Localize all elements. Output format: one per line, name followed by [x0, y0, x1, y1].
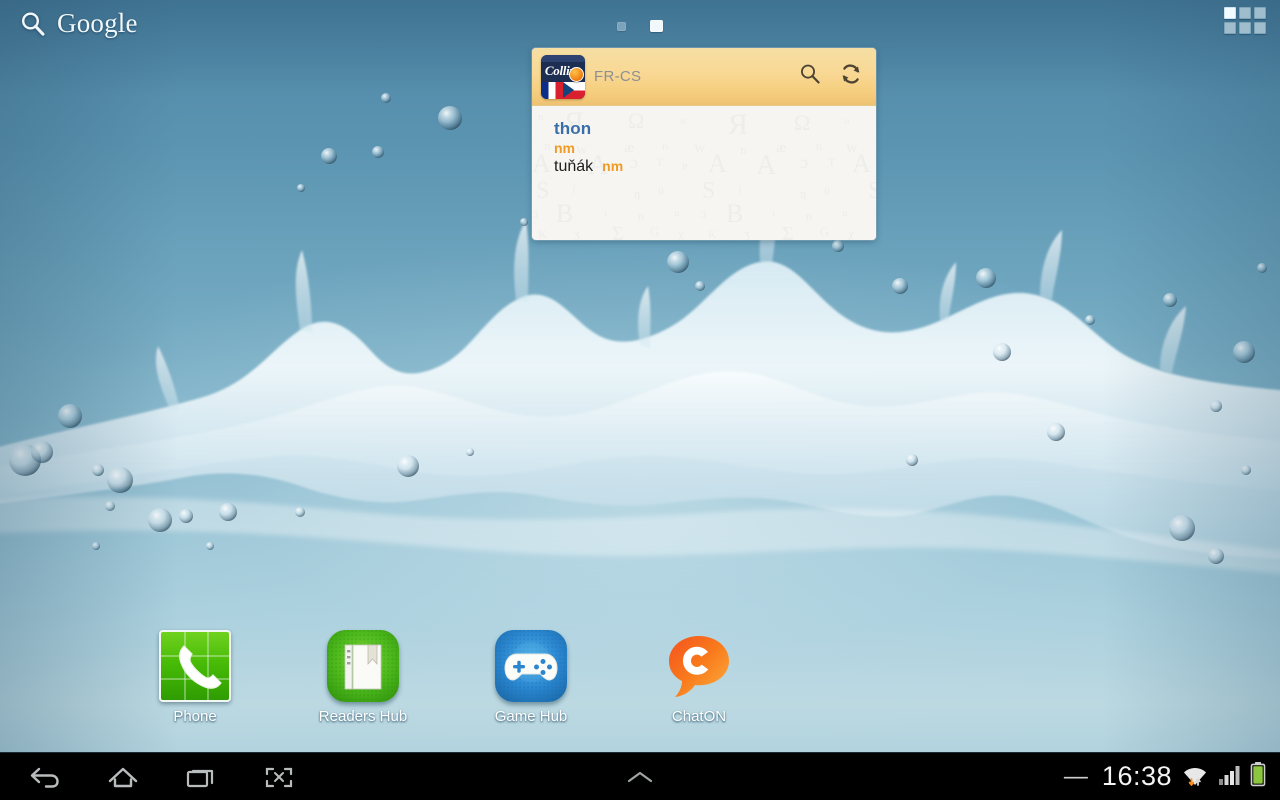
notification-badge-icon: [569, 67, 584, 82]
screenshot-capture-icon: [262, 764, 296, 790]
apps-grid-icon[interactable]: [1224, 7, 1266, 34]
svg-text:A: A: [532, 149, 551, 178]
svg-text:n: n: [638, 209, 644, 223]
battery-full-icon: [1250, 761, 1266, 792]
svg-text:G: G: [820, 224, 829, 239]
svg-text:S: S: [536, 178, 549, 204]
entry-headword: thon: [554, 120, 860, 137]
entry-translation-row: tuňák nm: [554, 159, 860, 175]
svg-text:B: B: [726, 199, 743, 228]
czech-flag-icon: [563, 82, 585, 99]
status-clock: 16:38: [1102, 761, 1172, 792]
svg-text:ŋ: ŋ: [634, 186, 640, 201]
refresh-icon[interactable]: [839, 62, 863, 91]
svg-text:S: S: [702, 178, 715, 204]
svg-text:u: u: [674, 207, 680, 219]
chevron-up-icon: [622, 767, 658, 787]
widget-header: Collins FR-CS: [532, 48, 876, 106]
system-navigation-bar: — 16:38: [0, 752, 1280, 800]
collins-dictionary-icon[interactable]: Collins: [541, 55, 585, 99]
minus-icon[interactable]: —: [1064, 763, 1088, 791]
svg-text:G: G: [650, 224, 659, 239]
entry-translation: tuňák: [554, 159, 593, 175]
french-flag-icon: [541, 82, 563, 99]
widget-entry-body[interactable]: Я Ω u Я Ω u n n w æ n w n æ n w A: [532, 106, 876, 240]
back-arrow-icon: [28, 764, 62, 790]
recent-apps-button[interactable]: [178, 757, 224, 797]
home-button[interactable]: [100, 757, 146, 797]
chevron-up-button[interactable]: [617, 757, 663, 797]
cellular-signal-icon: [1218, 762, 1240, 791]
svg-text:ʒ: ʒ: [744, 226, 750, 240]
phone-handset-icon: [159, 630, 231, 702]
shortcut-label: ChatON: [672, 708, 726, 725]
home-icon: [106, 764, 140, 790]
svg-text:n: n: [538, 111, 544, 123]
svg-text:ŋ: ŋ: [800, 186, 806, 201]
svg-text:S: S: [868, 178, 876, 204]
shortcut-readers-hub[interactable]: Readers Hub: [308, 630, 418, 725]
svg-text:Σ: Σ: [782, 223, 794, 240]
svg-text:Κ: Κ: [538, 227, 547, 240]
shortcut-chaton[interactable]: ChatON: [644, 630, 754, 725]
entry-translation-part-of-speech: nm: [602, 159, 623, 173]
svg-text:Κ: Κ: [708, 227, 717, 240]
page-dot-2-active[interactable]: [650, 20, 663, 32]
svg-text:n: n: [806, 209, 812, 223]
nav-buttons: [0, 757, 302, 797]
widget-actions: [799, 62, 863, 91]
shortcut-game-hub[interactable]: Game Hub: [476, 630, 586, 725]
shortcut-phone[interactable]: Phone: [140, 630, 250, 725]
search-icon[interactable]: [799, 63, 821, 90]
flags-pair: [541, 82, 585, 99]
svg-text:ɔ: ɔ: [700, 207, 706, 222]
game-hub-gamepad-icon: [495, 630, 567, 702]
app-shortcut-row: Phone: [140, 630, 754, 725]
svg-text:χ: χ: [847, 227, 855, 240]
screenshot-button[interactable]: [256, 757, 302, 797]
shortcut-label: Game Hub: [495, 708, 568, 725]
page-dot-1[interactable]: [617, 22, 626, 31]
readers-hub-book-icon: [327, 630, 399, 702]
dictionary-entry: thon nm tuňák nm: [554, 120, 860, 175]
svg-text:u: u: [842, 207, 848, 219]
entry-part-of-speech: nm: [554, 141, 860, 155]
shortcut-label: Phone: [173, 708, 216, 725]
svg-text:n: n: [544, 138, 551, 153]
svg-text:ʃ: ʃ: [571, 183, 576, 195]
svg-text:ü: ü: [824, 183, 830, 197]
wifi-signal-icon: [1182, 761, 1208, 792]
svg-text:ʒ: ʒ: [574, 226, 580, 240]
svg-text:ɪ: ɪ: [604, 207, 607, 219]
shortcut-label: Readers Hub: [319, 708, 407, 725]
status-area[interactable]: — 16:38: [1064, 761, 1280, 792]
svg-text:B: B: [556, 199, 573, 228]
home-screen: Google Collins FR-CS: [0, 0, 1280, 800]
widget-language-pair: FR-CS: [594, 68, 641, 85]
svg-text:χ: χ: [677, 227, 685, 240]
recent-apps-icon: [184, 764, 218, 790]
collins-dictionary-widget[interactable]: Collins FR-CS: [532, 48, 876, 240]
back-button[interactable]: [22, 757, 68, 797]
svg-text:ɔ: ɔ: [532, 207, 538, 222]
page-indicator: [0, 20, 1280, 32]
svg-text:ü: ü: [658, 183, 664, 197]
svg-text:ʃ: ʃ: [737, 183, 742, 195]
svg-text:Σ: Σ: [612, 223, 624, 240]
svg-text:ɪ: ɪ: [772, 207, 775, 219]
chaton-speech-bubble-icon: [663, 630, 735, 702]
